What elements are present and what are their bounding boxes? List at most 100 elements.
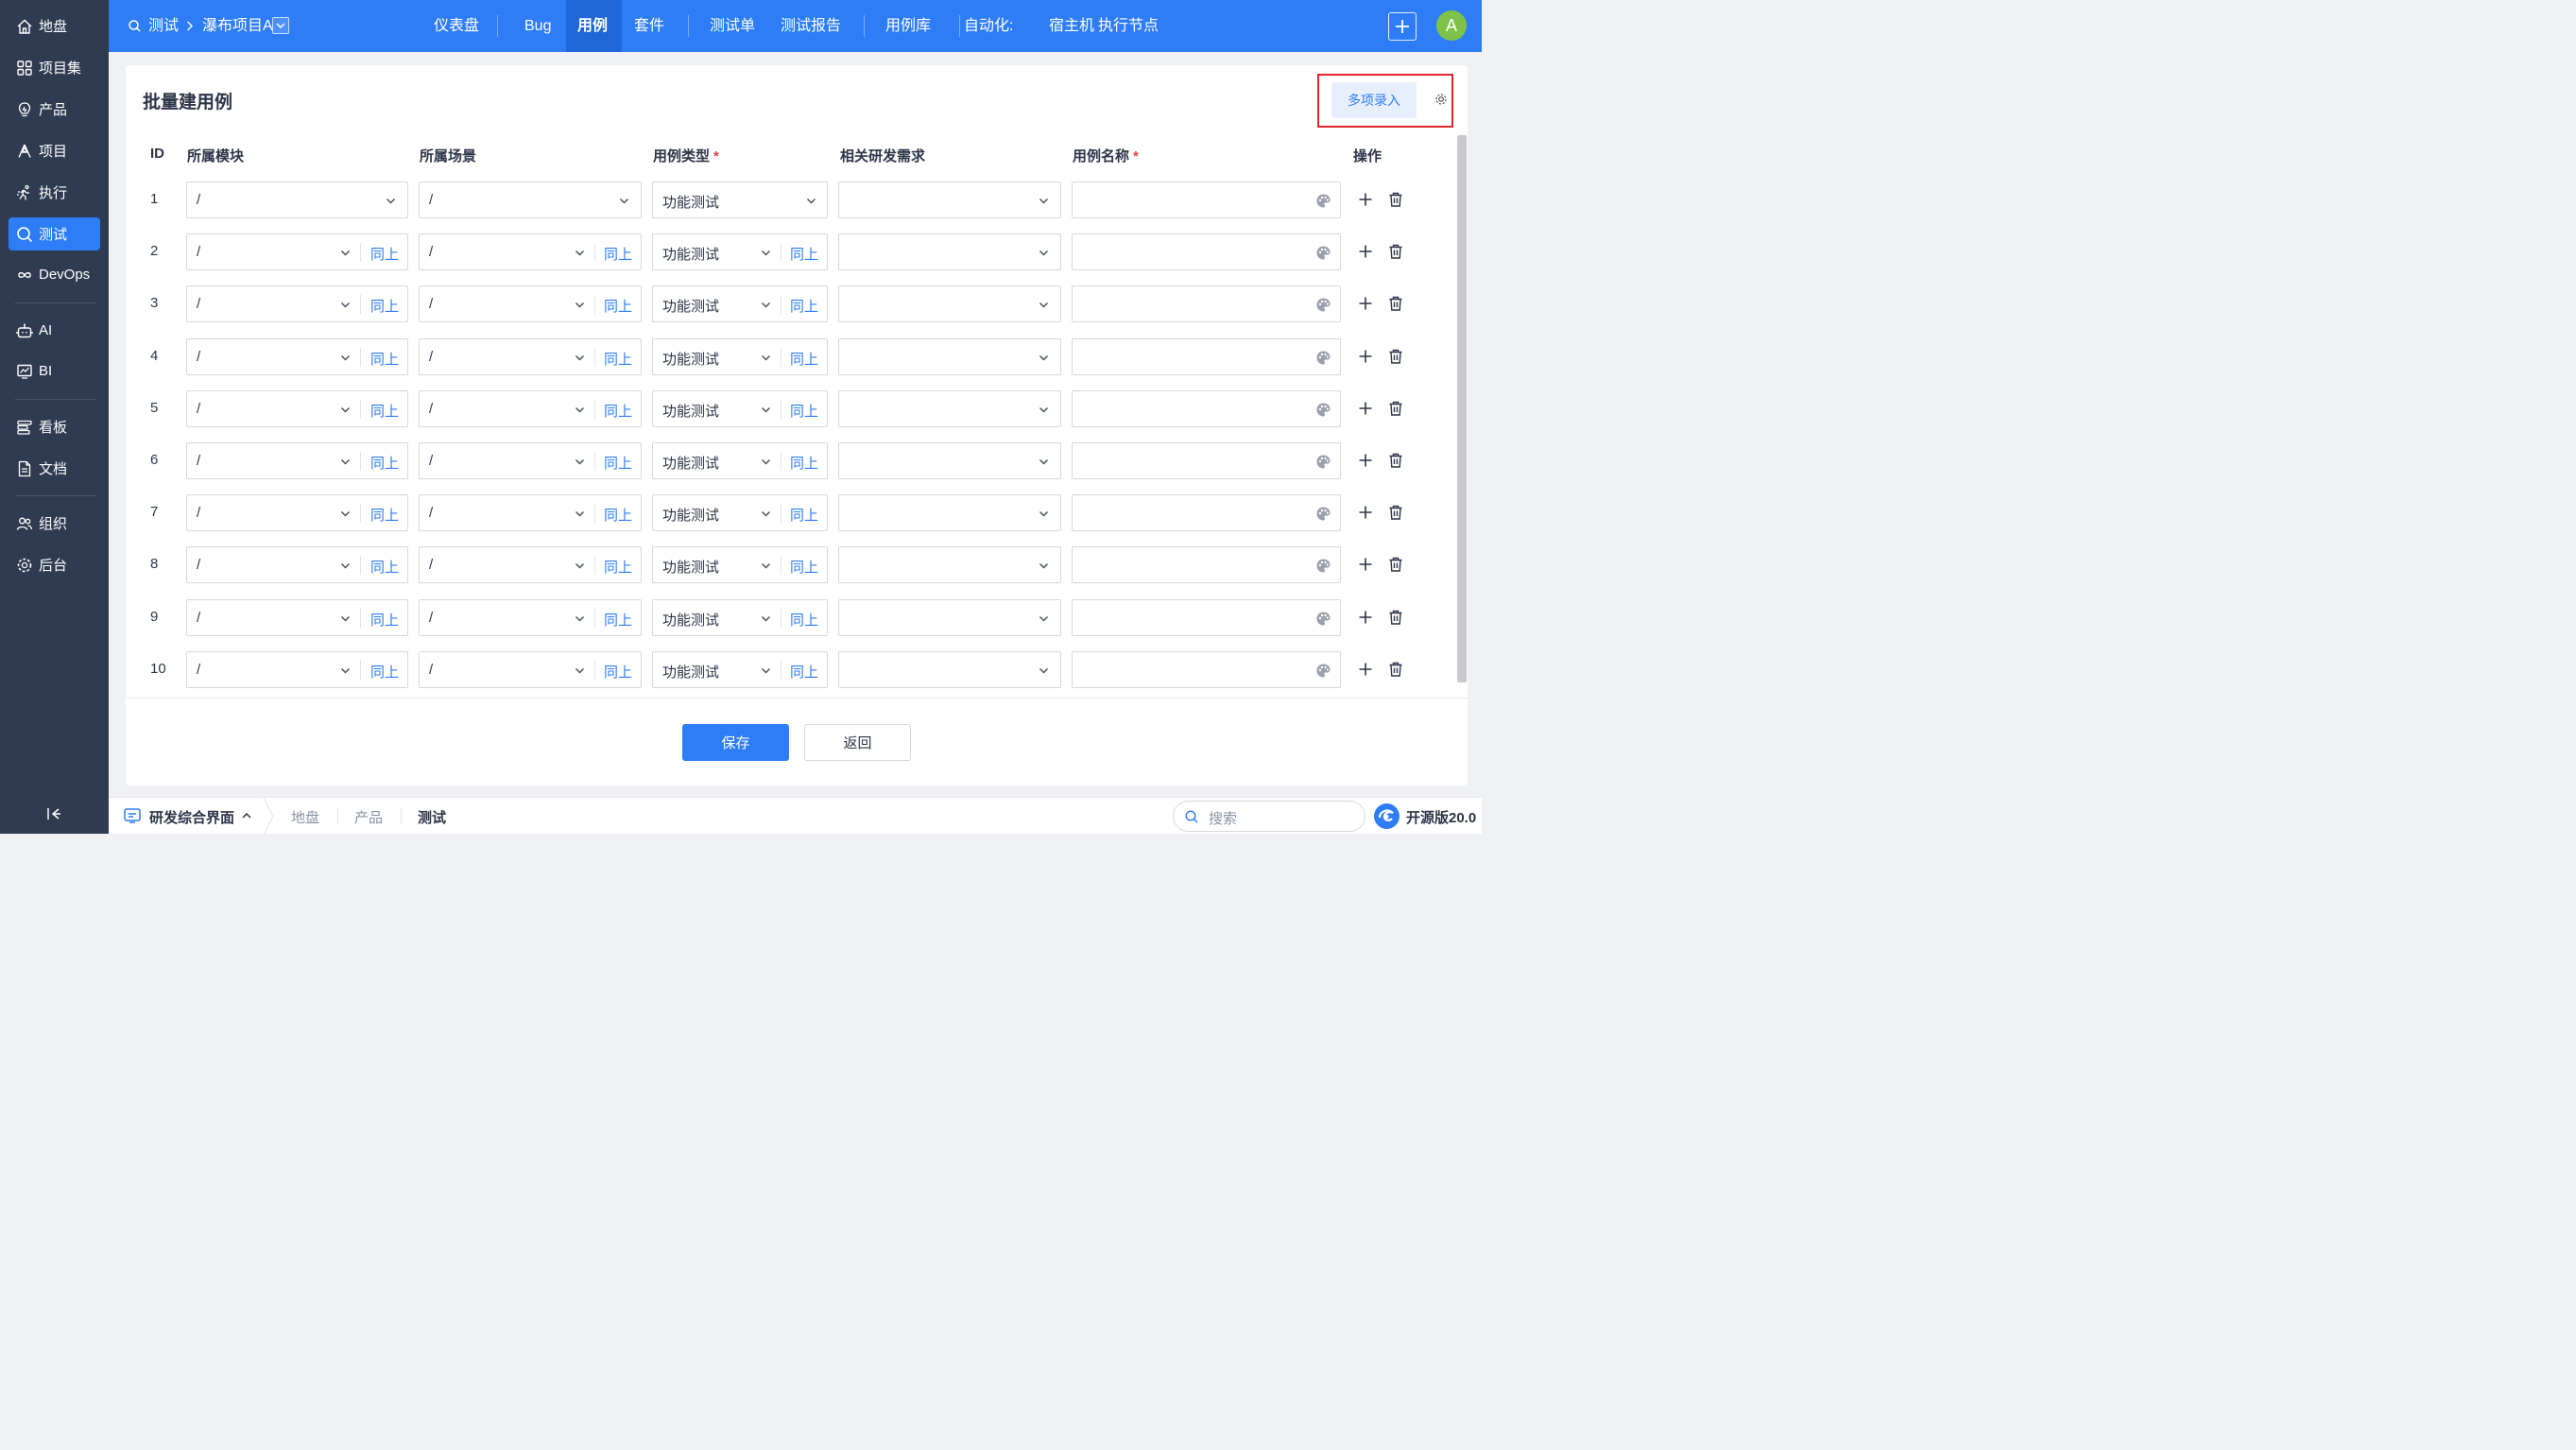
add-row-icon[interactable] — [1357, 661, 1374, 678]
tab-2[interactable]: 用例 — [577, 0, 608, 52]
tab-0[interactable]: 仪表盘 — [434, 0, 479, 52]
story-select[interactable] — [838, 494, 1061, 532]
delete-row-icon[interactable] — [1387, 452, 1404, 469]
save-button[interactable]: 保存 — [682, 724, 789, 761]
palette-icon[interactable] — [1315, 506, 1331, 522]
delete-row-icon[interactable] — [1387, 243, 1404, 260]
ditto-scene[interactable]: 同上 — [604, 349, 632, 369]
case-type-select[interactable]: 功能测试 同上 — [652, 233, 828, 271]
add-row-icon[interactable] — [1357, 609, 1374, 626]
palette-icon[interactable] — [1315, 454, 1331, 470]
tab-3[interactable]: 套件 — [634, 0, 664, 52]
ditto-scene[interactable]: 同上 — [604, 610, 632, 630]
sidebar-item-1[interactable]: 项目集 — [9, 51, 100, 84]
delete-row-icon[interactable] — [1387, 400, 1404, 417]
ditto-module[interactable]: 同上 — [370, 296, 399, 316]
ditto-type[interactable]: 同上 — [790, 505, 818, 525]
scrollbar[interactable] — [1457, 135, 1467, 682]
story-select[interactable] — [838, 546, 1061, 584]
sidebar-item-3[interactable]: 项目 — [9, 134, 100, 167]
tab-8[interactable]: 宿主机 — [1049, 0, 1094, 52]
sidebar-item-2[interactable]: 产品 — [9, 93, 100, 126]
ditto-type[interactable]: 同上 — [790, 557, 818, 577]
search-icon[interactable] — [129, 20, 141, 32]
tab-6[interactable]: 用例库 — [885, 0, 931, 52]
add-row-icon[interactable] — [1357, 295, 1374, 312]
app-switcher[interactable]: 研发综合界面 — [149, 807, 234, 827]
add-row-icon[interactable] — [1357, 348, 1374, 365]
story-select[interactable] — [838, 233, 1061, 271]
case-name-input[interactable] — [1072, 233, 1341, 271]
story-select[interactable] — [838, 285, 1061, 323]
palette-icon[interactable] — [1315, 245, 1331, 261]
breadcrumb-project[interactable]: 瀑布项目A — [202, 0, 273, 52]
module-select[interactable]: / 同上 — [186, 442, 408, 479]
delete-row-icon[interactable] — [1387, 191, 1404, 208]
story-select[interactable] — [838, 598, 1061, 636]
settings-gear-icon[interactable] — [1434, 93, 1448, 106]
scene-select[interactable]: / 同上 — [419, 442, 642, 479]
palette-icon[interactable] — [1315, 611, 1331, 627]
case-type-select[interactable]: 功能测试 同上 — [652, 650, 828, 688]
scene-select[interactable]: / 同上 — [419, 389, 642, 427]
add-row-icon[interactable] — [1357, 191, 1374, 208]
chevron-up-icon[interactable] — [242, 812, 251, 820]
tab-4[interactable]: 测试单 — [710, 0, 755, 52]
tab-1[interactable]: Bug — [524, 0, 551, 52]
module-select[interactable]: / 同上 — [186, 546, 408, 584]
scene-select[interactable]: / 同上 — [419, 233, 642, 271]
tab-5[interactable]: 测试报告 — [781, 0, 841, 52]
avatar[interactable]: A — [1436, 10, 1467, 41]
scene-select[interactable]: / 同上 — [419, 546, 642, 584]
palette-icon[interactable] — [1315, 297, 1331, 313]
module-select[interactable]: / 同上 — [186, 650, 408, 688]
collapse-sidebar-icon[interactable] — [45, 805, 62, 822]
scene-select[interactable]: / 同上 — [419, 337, 642, 375]
ditto-module[interactable]: 同上 — [370, 610, 399, 630]
palette-icon[interactable] — [1315, 663, 1331, 679]
case-type-select[interactable]: 功能测试 同上 — [652, 337, 828, 375]
ditto-type[interactable]: 同上 — [790, 349, 818, 369]
case-name-input[interactable] — [1072, 181, 1341, 218]
bottom-crumb-dashboard[interactable]: 地盘 — [291, 807, 319, 827]
add-row-icon[interactable] — [1357, 556, 1374, 573]
ditto-scene[interactable]: 同上 — [604, 662, 632, 682]
palette-icon[interactable] — [1315, 402, 1331, 418]
ditto-module[interactable]: 同上 — [370, 505, 399, 525]
case-name-input[interactable] — [1072, 494, 1341, 532]
delete-row-icon[interactable] — [1387, 556, 1404, 573]
ditto-module[interactable]: 同上 — [370, 662, 399, 682]
scene-select[interactable]: / 同上 — [419, 285, 642, 323]
scene-select[interactable]: / — [419, 181, 642, 218]
ditto-type[interactable]: 同上 — [790, 401, 818, 421]
ditto-module[interactable]: 同上 — [370, 401, 399, 421]
ditto-scene[interactable]: 同上 — [604, 453, 632, 473]
module-select[interactable]: / 同上 — [186, 233, 408, 271]
module-select[interactable]: / 同上 — [186, 337, 408, 375]
ditto-scene[interactable]: 同上 — [604, 244, 632, 264]
ditto-module[interactable]: 同上 — [370, 557, 399, 577]
sidebar-item-0[interactable]: 地盘 — [9, 9, 100, 43]
bottom-crumb-test[interactable]: 测试 — [418, 807, 446, 827]
module-select[interactable]: / 同上 — [186, 598, 408, 636]
add-row-icon[interactable] — [1357, 400, 1374, 417]
bottom-crumb-product[interactable]: 产品 — [354, 807, 383, 827]
back-button[interactable]: 返回 — [804, 724, 911, 761]
scene-select[interactable]: / 同上 — [419, 650, 642, 688]
palette-icon[interactable] — [1315, 350, 1331, 366]
case-name-input[interactable] — [1072, 442, 1341, 479]
breadcrumb-root[interactable]: 测试 — [148, 0, 179, 52]
case-name-input[interactable] — [1072, 285, 1341, 323]
project-switch-dropdown[interactable] — [272, 17, 289, 34]
story-select[interactable] — [838, 181, 1061, 218]
case-name-input[interactable] — [1072, 389, 1341, 427]
create-button[interactable] — [1388, 12, 1417, 41]
ditto-module[interactable]: 同上 — [370, 244, 399, 264]
case-name-input[interactable] — [1072, 546, 1341, 584]
ditto-scene[interactable]: 同上 — [604, 401, 632, 421]
tab-9[interactable]: 执行节点 — [1098, 0, 1159, 52]
ditto-type[interactable]: 同上 — [790, 453, 818, 473]
ditto-type[interactable]: 同上 — [790, 662, 818, 682]
case-name-input[interactable] — [1072, 650, 1341, 688]
case-name-input[interactable] — [1072, 598, 1341, 636]
